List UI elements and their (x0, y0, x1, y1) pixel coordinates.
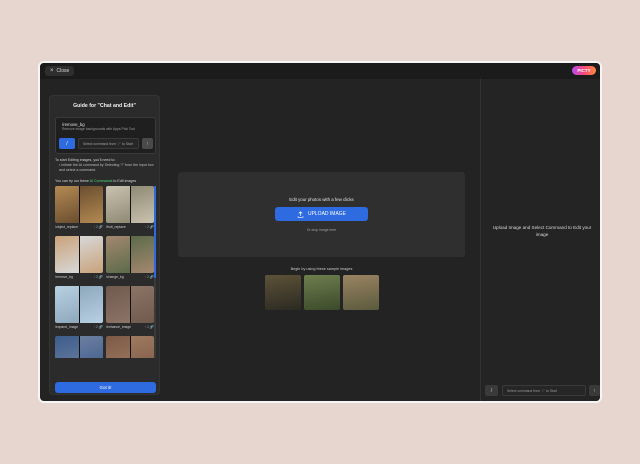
guide-command-input[interactable]: Select command from ' / ' to Start (78, 138, 139, 149)
example-after-image (130, 236, 154, 273)
example-thumbnail (55, 186, 103, 223)
got-it-button[interactable]: Got it! (55, 382, 156, 393)
sample-image-2[interactable] (304, 275, 340, 310)
upload-title: Edit your photos with a few clicks (289, 197, 354, 202)
example-card[interactable]: /object_replace ↑ 2 🔗 (55, 186, 103, 230)
example-before-image (55, 336, 79, 358)
example-label: /enhance_image (106, 325, 132, 329)
command-preview-card: /remove_bg Remove image backgrounds with… (55, 117, 156, 154)
example-count: ↑ 2 🔗 (93, 325, 103, 329)
upload-button-label: UPLOAD IMAGE (307, 211, 347, 217)
example-before-image (55, 236, 79, 273)
example-count: ↑ 2 🔗 (93, 225, 103, 229)
guide-instructions: To start Editing images, you'll need to:… (55, 158, 156, 173)
samples-title: Begin by using these sample images (290, 267, 353, 271)
example-thumbnail (55, 236, 103, 273)
example-after-image (79, 336, 103, 358)
guide-try-text: You can try our these AI Commands to Edi… (55, 179, 137, 183)
example-after-image (79, 286, 103, 323)
example-before-image (55, 286, 79, 323)
guide-title: Guide for "Chat and Edit" (73, 103, 136, 109)
example-thumbnail (106, 286, 154, 323)
example-before-image (55, 186, 79, 223)
ai-commands-link: AI Commands (89, 179, 113, 183)
guide-panel: Guide for "Chat and Edit" /remove_bg Rem… (49, 95, 160, 395)
examples-scrollbar-thumb[interactable] (154, 186, 156, 278)
example-thumbnail (55, 336, 103, 358)
example-card[interactable]: /change_bg ↑ 2 🔗 (106, 236, 154, 280)
example-before-image (106, 186, 130, 223)
example-thumbnail (55, 286, 103, 323)
example-after-image (79, 236, 103, 273)
example-count: ↑ 2 🔗 (144, 275, 154, 279)
top-bar: × Close PICTY (40, 63, 600, 79)
example-after-image (130, 186, 154, 223)
example-thumbnail (106, 236, 154, 273)
example-count: ↑ 2 🔗 (93, 275, 103, 279)
example-card[interactable] (106, 336, 154, 358)
example-before-image (106, 286, 130, 323)
example-card[interactable] (55, 336, 103, 358)
example-thumbnail (106, 186, 154, 223)
close-button[interactable]: × Close (45, 66, 75, 76)
example-label: /remove_bg (55, 275, 73, 279)
example-count: ↑ 2 🔗 (144, 225, 154, 229)
example-card[interactable]: /expand_image ↑ 2 🔗 (55, 286, 103, 330)
sample-image-3[interactable] (343, 275, 379, 310)
app-window: × Close PICTY Guide for "Chat and Edit" … (38, 61, 602, 403)
slash-command-button[interactable]: / (59, 138, 75, 149)
examples-scrollbar[interactable] (154, 186, 156, 358)
example-card[interactable]: /fruit_replace ↑ 2 🔗 (106, 186, 154, 230)
example-commands-list[interactable]: /object_replace ↑ 2 🔗 /fruit_replace ↑ 2 🔗… (55, 186, 156, 358)
example-label: /object_replace (55, 225, 78, 229)
instruction-step: • Initiate the AI command by Selecting "… (59, 163, 154, 172)
example-before-image (106, 236, 130, 273)
instruction-line: To start Editing images, you'll need to: (55, 158, 116, 162)
example-card[interactable]: /enhance_image ↑ 2 🔗 (106, 286, 154, 330)
example-after-image (79, 186, 103, 223)
example-after-image (130, 286, 154, 323)
close-icon: × (50, 68, 54, 74)
example-card[interactable]: /remove_bg ↑ 2 🔗 (55, 236, 103, 280)
example-label: /expand_image (55, 325, 79, 329)
brand-badge: PICTY (572, 66, 596, 75)
upload-icon (297, 210, 304, 218)
chat-empty-message: Upload Image and Select Command to Edit … (492, 225, 592, 237)
chat-command-input[interactable]: Select command from ' / ' to Start (502, 385, 586, 396)
example-before-image (106, 336, 130, 358)
example-count: ↑ 2 🔗 (144, 325, 154, 329)
send-arrow-icon[interactable]: ↑ (142, 138, 153, 149)
example-label: /change_bg (106, 275, 124, 279)
chat-panel: Upload Image and Select Command to Edit … (480, 79, 600, 401)
example-after-image (130, 336, 154, 358)
close-label: Close (56, 68, 70, 74)
drop-hint: Or drop image here (306, 228, 337, 232)
example-thumbnail (106, 336, 154, 358)
upload-dropzone[interactable]: Edit your photos with a few clicks UPLOA… (178, 172, 465, 257)
sample-image-1[interactable] (265, 275, 301, 310)
chat-slash-button[interactable]: / (485, 385, 498, 396)
chat-send-arrow-icon[interactable]: ↑ (589, 385, 600, 396)
upload-image-button[interactable]: UPLOAD IMAGE (275, 207, 368, 221)
example-label: /fruit_replace (106, 225, 126, 229)
command-description: Remove image backgrounds with Apps Pick … (62, 127, 136, 131)
